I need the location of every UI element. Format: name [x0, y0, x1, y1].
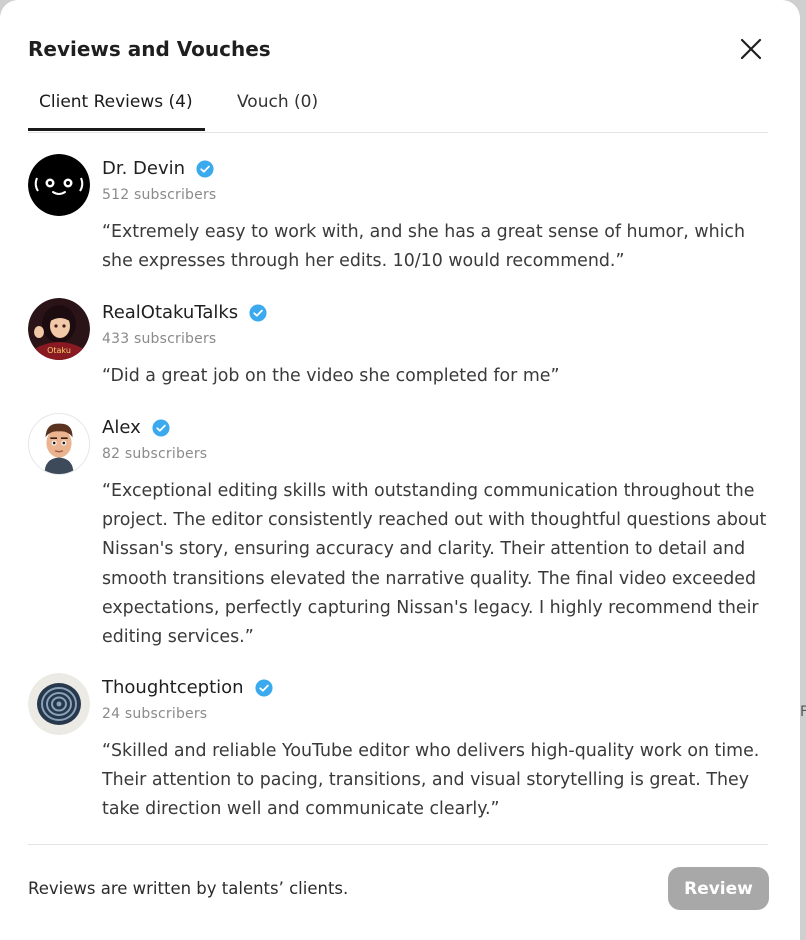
reviewer-name[interactable]: Alex — [102, 417, 141, 438]
verified-badge-icon — [152, 419, 170, 437]
subscriber-count: 82 subscribers — [102, 446, 208, 462]
review-button[interactable]: Review — [668, 867, 769, 910]
subscriber-count: 24 subscribers — [102, 706, 208, 722]
reviewer-name-row: RealOtakuTalks — [102, 300, 267, 326]
modal-title: Reviews and Vouches — [28, 37, 271, 61]
svg-text:Otaku: Otaku — [47, 346, 71, 355]
close-button[interactable] — [740, 38, 762, 60]
anime-girl-avatar-icon: Otaku — [28, 298, 90, 360]
avatar[interactable] — [28, 154, 90, 216]
tab-vouch[interactable]: Vouch (0) — [226, 86, 329, 130]
review-text: “Skilled and reliable YouTube editor who… — [102, 741, 760, 820]
cartoon-man-avatar-icon — [29, 414, 89, 474]
modal-header: Reviews and Vouches — [28, 34, 770, 66]
avatar[interactable] — [28, 413, 90, 475]
verified-badge-icon — [255, 679, 273, 697]
subscriber-count: 433 subscribers — [102, 331, 217, 347]
verified-badge-icon — [249, 304, 267, 322]
review-text: “Exceptional editing skills with outstan… — [102, 481, 767, 648]
review-text: “Extremely easy to work with, and she ha… — [102, 222, 746, 272]
reviewer-name[interactable]: RealOtakuTalks — [102, 302, 238, 323]
background-edge-text: F — [800, 704, 806, 720]
subscriber-count: 512 subscribers — [102, 187, 217, 203]
reviewer-name[interactable]: Dr. Devin — [102, 158, 185, 179]
avatar[interactable]: Otaku — [28, 298, 90, 360]
reviewer-name-row: Dr. Devin — [102, 156, 214, 182]
footer-note: Reviews are written by talents’ clients. — [28, 879, 349, 898]
avatar[interactable] — [28, 673, 90, 735]
footer-divider — [28, 844, 768, 845]
reviewer-name-row: Alex — [102, 415, 170, 441]
review-text: “Did a great job on the video she comple… — [102, 366, 560, 386]
reviewer-name-row: Thoughtception — [102, 675, 273, 701]
smiley-face-avatar-icon — [28, 154, 90, 216]
reviews-modal: Reviews and Vouches Client Reviews (4) V… — [0, 0, 800, 940]
spiral-avatar-icon — [28, 673, 90, 735]
verified-badge-icon — [196, 160, 214, 178]
reviewer-name[interactable]: Thoughtception — [102, 677, 244, 698]
tab-bar: Client Reviews (4) Vouch (0) — [28, 86, 768, 133]
close-icon — [740, 38, 762, 60]
tab-client-reviews[interactable]: Client Reviews (4) — [28, 86, 205, 131]
